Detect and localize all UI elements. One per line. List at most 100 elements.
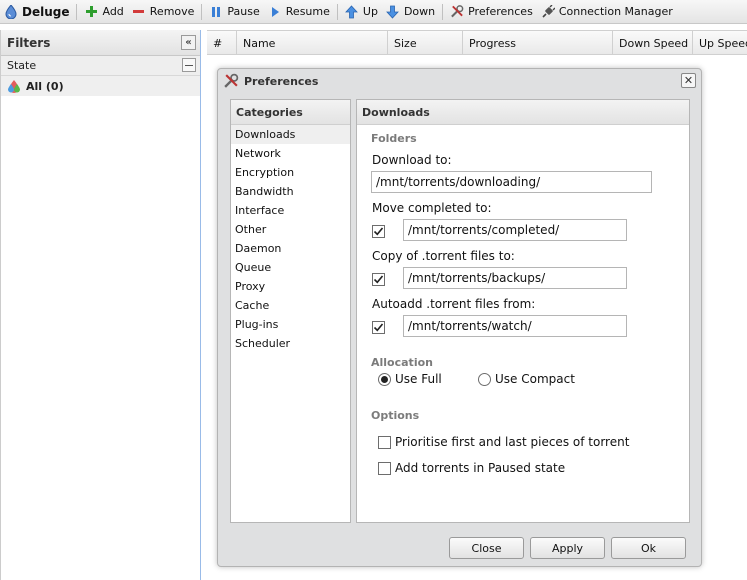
category-other[interactable]: Other <box>231 220 350 239</box>
options-group-title: Options <box>371 409 420 422</box>
queue-up-button[interactable]: Up <box>341 2 382 22</box>
queue-down-label: Down <box>403 5 436 18</box>
toolbar-separator <box>76 3 78 20</box>
autoadd-label: Autoadd .torrent files from: <box>372 297 536 311</box>
double-chevron-left-icon: « <box>185 36 192 48</box>
resume-button-label: Resume <box>285 5 330 18</box>
close-button[interactable]: Close <box>449 537 524 559</box>
category-bandwidth[interactable]: Bandwidth <box>231 182 350 201</box>
state-group-label: State <box>7 59 37 72</box>
column-header-name[interactable]: Name <box>237 31 388 55</box>
autoadd-input[interactable] <box>403 315 627 337</box>
main-toolbar: Deluge Add Remove Pause Resume Up Down P… <box>0 0 747 24</box>
preferences-button-label: Preferences <box>468 5 533 18</box>
ok-button[interactable]: Ok <box>611 537 686 559</box>
copy-torrent-label: Copy of .torrent files to: <box>372 249 515 263</box>
remove-button-label: Remove <box>149 5 195 18</box>
close-window-button[interactable]: ✕ <box>681 73 696 88</box>
add-paused-label[interactable]: Add torrents in Paused state <box>395 461 565 475</box>
use-full-label[interactable]: Use Full <box>395 372 442 386</box>
category-queue[interactable]: Queue <box>231 258 350 277</box>
category-cache[interactable]: Cache <box>231 296 350 315</box>
download-to-label: Download to: <box>372 153 452 167</box>
use-full-radio[interactable] <box>378 373 391 386</box>
preferences-title: Preferences <box>244 74 319 88</box>
use-compact-label[interactable]: Use Compact <box>495 372 575 386</box>
collapse-sidebar-button[interactable]: « <box>181 35 196 50</box>
queue-down-button[interactable]: Down <box>382 2 439 22</box>
autoadd-checkbox[interactable] <box>372 321 385 334</box>
toolbar-separator <box>442 3 444 20</box>
prioritise-checkbox[interactable] <box>378 436 391 449</box>
column-header-number[interactable]: # <box>207 31 237 55</box>
category-plug-ins[interactable]: Plug-ins <box>231 315 350 334</box>
categories-panel: Categories Downloads Network Encryption … <box>230 99 351 523</box>
add-paused-checkbox[interactable] <box>378 462 391 475</box>
allocation-group-title: Allocation <box>371 356 433 369</box>
checkmark-icon <box>373 275 384 284</box>
resume-button[interactable]: Resume <box>264 2 334 22</box>
state-group-header: State <box>1 56 200 76</box>
column-header-down-speed[interactable]: Down Speed <box>613 31 693 55</box>
preferences-button[interactable]: Preferences <box>446 2 537 22</box>
category-downloads[interactable]: Downloads <box>231 125 350 144</box>
downloads-panel: Downloads Folders Download to: Move comp… <box>356 99 690 523</box>
minus-icon <box>185 64 193 66</box>
downloads-header: Downloads <box>357 100 689 125</box>
play-icon <box>268 5 282 19</box>
radio-selected-dot <box>381 376 388 383</box>
filter-all-label: All (0) <box>26 79 64 93</box>
use-compact-radio[interactable] <box>478 373 491 386</box>
copy-torrent-input[interactable] <box>403 267 627 289</box>
preferences-titlebar[interactable]: Preferences <box>218 69 701 93</box>
move-completed-label: Move completed to: <box>372 201 492 215</box>
checkmark-icon <box>373 227 384 236</box>
pause-icon <box>209 5 223 19</box>
minus-icon <box>132 5 146 19</box>
connection-manager-button[interactable]: Connection Manager <box>537 2 677 22</box>
deluge-logo-icon <box>4 4 18 19</box>
filters-title: Filters <box>7 35 51 50</box>
close-icon: ✕ <box>683 74 694 87</box>
move-completed-checkbox[interactable] <box>372 225 385 238</box>
pause-button[interactable]: Pause <box>205 2 263 22</box>
app-name: Deluge <box>22 4 70 19</box>
category-scheduler[interactable]: Scheduler <box>231 334 350 353</box>
add-button-label: Add <box>102 5 124 18</box>
arrow-up-icon <box>345 4 359 19</box>
move-completed-input[interactable] <box>403 219 627 241</box>
app-brand: Deluge <box>3 2 73 22</box>
apply-button[interactable]: Apply <box>530 537 605 559</box>
category-daemon[interactable]: Daemon <box>231 239 350 258</box>
tools-icon <box>450 5 464 19</box>
add-button[interactable]: Add <box>80 2 127 22</box>
filter-item-all[interactable]: All (0) <box>1 76 200 96</box>
column-header-progress[interactable]: Progress <box>463 31 613 55</box>
category-proxy[interactable]: Proxy <box>231 277 350 296</box>
arrow-down-icon <box>386 5 400 19</box>
plug-icon <box>541 4 555 19</box>
filters-panel: Filters « State All (0) <box>0 30 201 580</box>
folders-group-title: Folders <box>371 132 417 145</box>
category-network[interactable]: Network <box>231 144 350 163</box>
preferences-window: Preferences ✕ Categories Downloads Netwo… <box>217 68 702 567</box>
categories-header: Categories <box>231 100 350 125</box>
pause-button-label: Pause <box>227 5 260 18</box>
column-header-size[interactable]: Size <box>388 31 463 55</box>
column-header-up-speed[interactable]: Up Speed <box>693 31 747 55</box>
all-states-icon <box>7 79 21 93</box>
connection-manager-label: Connection Manager <box>558 5 673 18</box>
copy-torrent-checkbox[interactable] <box>372 273 385 286</box>
queue-up-label: Up <box>362 5 378 18</box>
prioritise-label[interactable]: Prioritise first and last pieces of torr… <box>395 435 629 449</box>
category-encryption[interactable]: Encryption <box>231 163 350 182</box>
remove-button[interactable]: Remove <box>128 2 199 22</box>
tools-icon <box>223 73 239 89</box>
category-interface[interactable]: Interface <box>231 201 350 220</box>
torrent-grid-header: # Name Size Progress Down Speed Up Speed <box>207 30 747 55</box>
collapse-state-button[interactable] <box>182 58 196 72</box>
toolbar-separator <box>201 3 203 20</box>
checkmark-icon <box>373 323 384 332</box>
download-to-input[interactable] <box>371 171 652 193</box>
filters-header: Filters « <box>1 30 200 56</box>
